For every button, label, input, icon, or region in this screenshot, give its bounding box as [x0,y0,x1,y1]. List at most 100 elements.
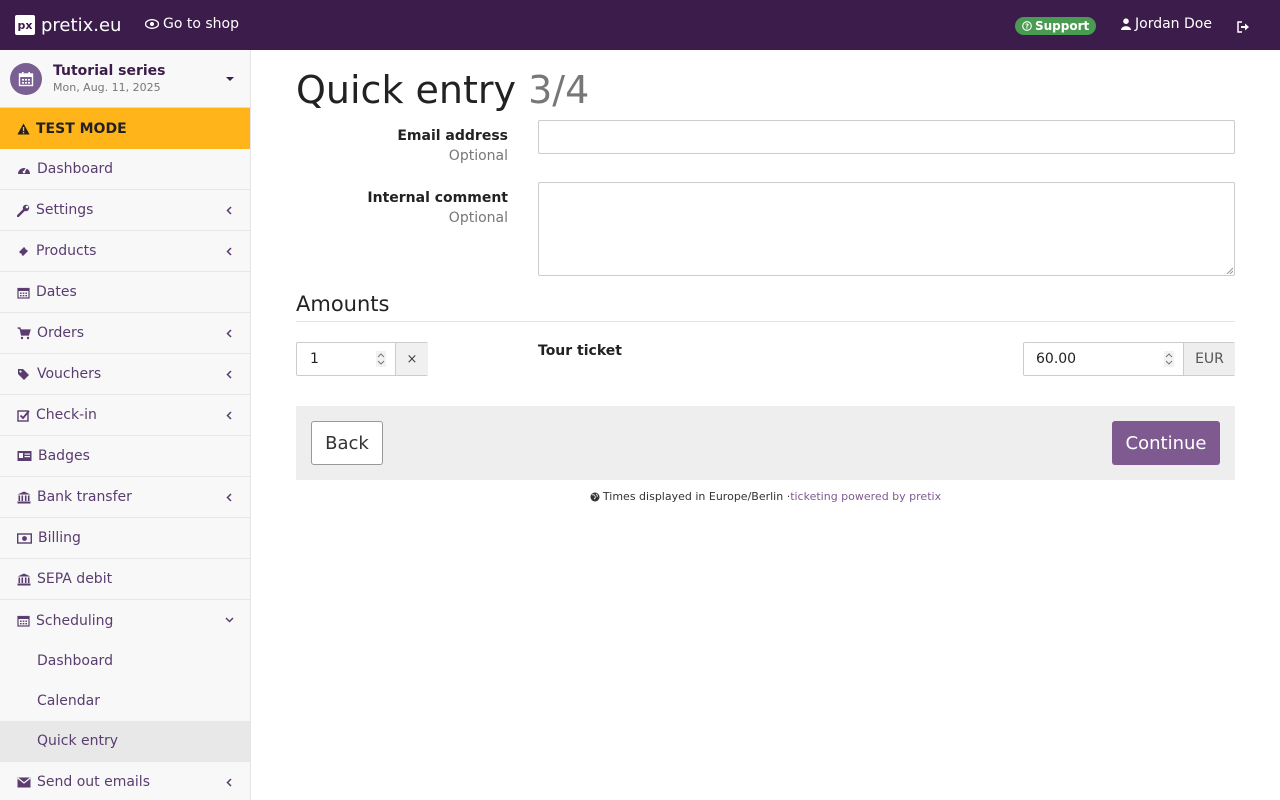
internal-comment-label: Internal comment [367,190,508,206]
remove-button[interactable]: × [395,343,428,375]
chevron-left-icon [226,247,232,256]
sidebar: Tutorial series Mon, Aug. 11, 2025 TEST … [0,50,251,800]
resize-handle-icon[interactable] [1226,267,1233,274]
sidebar-item-label: Badges [38,448,90,464]
internal-comment-optional-hint: Optional [448,210,508,226]
chevron-left-icon [226,370,232,379]
sidebar-item-label: Scheduling [36,612,114,629]
quantity-value: 1 [310,351,319,367]
support-badge[interactable]: ? Support [1015,17,1097,35]
envelope-icon [17,777,31,787]
globe-icon [590,492,600,501]
back-button[interactable]: Back [311,421,383,465]
sidebar-subitem-label: Quick entry [37,733,119,749]
cart-icon [17,326,31,339]
question-circle-icon: ? [1022,21,1032,31]
pretix-logo-icon: px [15,15,35,35]
form-actions: Back Continue [296,406,1235,480]
sidebar-item-label: Settings [36,202,94,218]
test-mode-banner: TEST MODE [0,108,250,149]
wrench-icon [17,204,30,217]
user-name: Jordan Doe [1135,16,1212,32]
currency-addon: EUR [1183,343,1235,375]
sidebar-item-label: SEPA debit [37,571,113,587]
logout-button[interactable] [1237,18,1250,37]
sidebar-item-label: Check-in [36,407,97,423]
continue-button[interactable]: Continue [1112,421,1220,465]
spinner-arrows-icon[interactable] [376,351,386,367]
top-navbar: px pretix.eu Go to shop ? Support Jordan… [0,0,1280,50]
chevron-left-icon [226,329,232,338]
event-selector[interactable]: Tutorial series Mon, Aug. 11, 2025 [0,50,250,108]
money-icon [17,532,32,544]
sidebar-item-settings[interactable]: Settings [0,190,250,231]
sidebar-item-label: Vouchers [37,366,102,382]
email-label: Email address [397,128,508,144]
sidebar-item-dates[interactable]: Dates [0,272,250,313]
powered-by-link[interactable]: ticketing powered by pretix [790,490,941,503]
sign-out-icon [1237,21,1249,33]
email-optional-hint: Optional [448,148,508,164]
calendar-icon [17,287,30,299]
email-field[interactable] [538,120,1235,154]
sidebar-item-vouchers[interactable]: Vouchers [0,354,250,395]
price-value: 60.00 [1036,351,1077,367]
eye-icon [145,19,159,29]
sidebar-item-label: Send out emails [37,774,150,790]
go-to-shop-link[interactable]: Go to shop [145,16,239,32]
dashboard-icon [18,166,30,174]
sidebar-item-check-in[interactable]: Check-in [0,395,250,436]
sidebar-item-products[interactable]: Products [0,231,250,272]
check-square-icon [17,409,30,422]
footer: Times displayed in Europe/Berlin · ticke… [296,490,1235,503]
sidebar-subitem-quick-entry[interactable]: Quick entry [0,721,250,761]
spinner-arrows-icon[interactable] [1164,351,1174,367]
caret-down-icon [226,77,234,81]
sidebar-subitem-calendar[interactable]: Calendar [0,681,250,721]
go-to-shop-label: Go to shop [163,16,239,32]
price-input[interactable]: 60.00 EUR [1023,342,1235,376]
chevron-left-icon [226,206,232,215]
brand-link[interactable]: px pretix.eu [15,14,121,36]
sidebar-subitem-label: Calendar [37,693,100,709]
chevron-left-icon [226,493,232,502]
user-icon [1121,18,1131,30]
ticket-icon [19,246,28,256]
calendar-icon [17,615,30,627]
chevron-down-icon [225,617,234,623]
product-name: Tour ticket [538,343,622,359]
internal-comment-field[interactable] [538,182,1235,276]
id-card-icon [17,451,32,461]
event-date: Mon, Aug. 11, 2025 [53,81,161,94]
sidebar-subitem-label: Dashboard [37,653,113,669]
sidebar-item-label: Bank transfer [37,489,132,505]
brand-name: pretix.eu [41,14,122,36]
sidebar-item-badges[interactable]: Badges [0,436,250,477]
chevron-left-icon [226,411,232,420]
section-divider [296,321,1235,322]
event-calendar-icon [10,63,42,95]
sidebar-item-send-emails[interactable]: Send out emails [0,761,250,800]
sidebar-item-dashboard[interactable]: Dashboard [0,149,250,190]
sidebar-item-label: Products [36,243,97,259]
page-title-text: Quick entry [296,68,517,112]
bank-icon [17,573,31,585]
event-name: Tutorial series [53,63,166,79]
sidebar-item-bank-transfer[interactable]: Bank transfer [0,477,250,518]
sidebar-item-label: Orders [37,325,85,341]
step-indicator: 3/4 [528,68,590,112]
sidebar-item-scheduling[interactable]: Scheduling [0,600,250,641]
user-menu[interactable]: Jordan Doe [1121,16,1212,32]
bank-icon [17,491,31,503]
timezone-text: Times displayed in Europe/Berlin · [602,490,791,503]
support-label: Support [1035,19,1090,33]
sidebar-item-sepa-debit[interactable]: SEPA debit [0,559,250,600]
amounts-heading: Amounts [296,292,390,316]
sidebar-subitem-scheduling-dashboard[interactable]: Dashboard [0,641,250,681]
quantity-stepper[interactable]: 1 × [296,342,428,376]
sidebar-item-billing[interactable]: Billing [0,518,250,559]
sidebar-item-label: Billing [38,530,81,546]
warning-icon [17,123,30,134]
sidebar-item-orders[interactable]: Orders [0,313,250,354]
sidebar-item-label: Dates [36,284,77,300]
